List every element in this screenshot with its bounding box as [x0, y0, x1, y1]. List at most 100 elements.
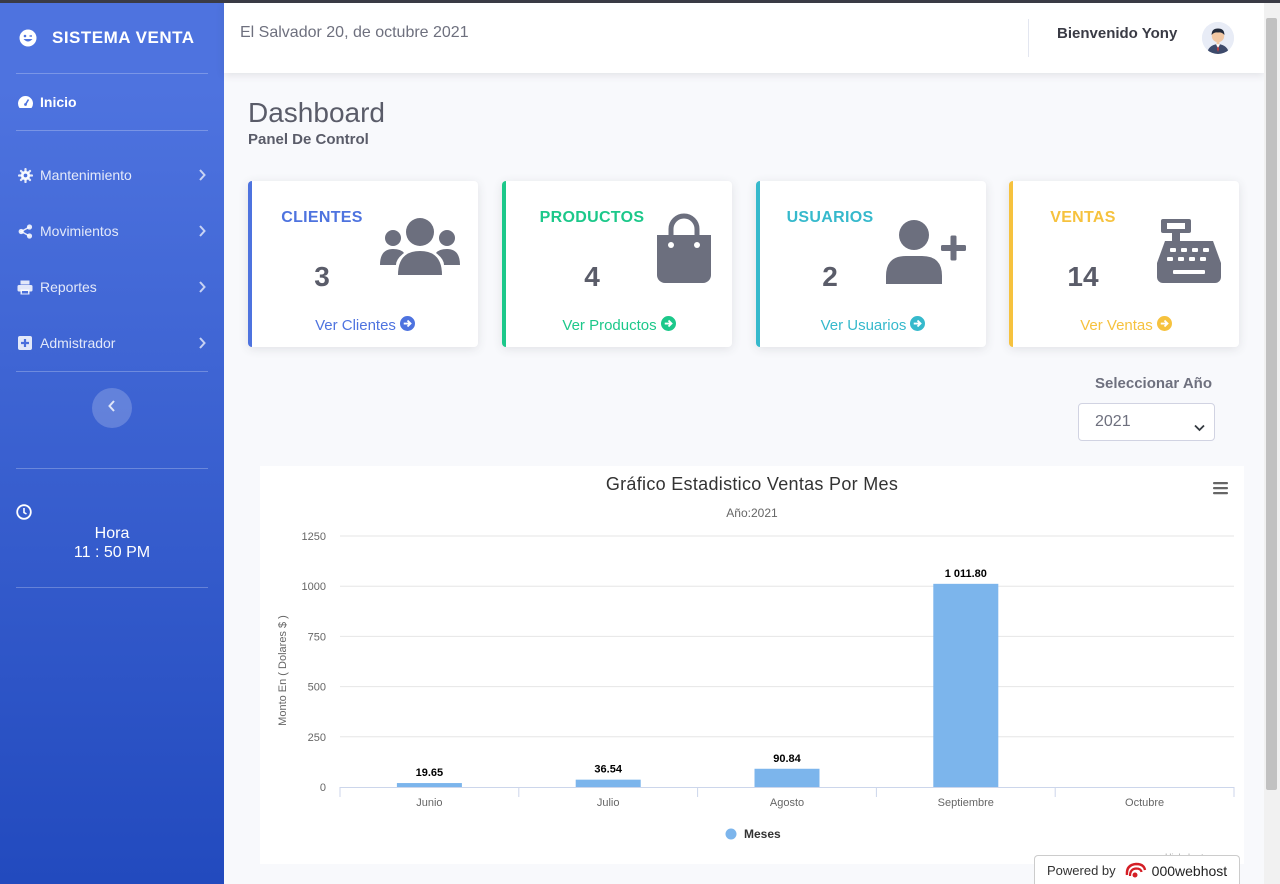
clock-icon — [16, 504, 32, 525]
window-top-border — [0, 0, 1280, 3]
chevron-down-icon — [1194, 419, 1205, 437]
card-value: 3 — [314, 261, 330, 292]
card-clientes: CLIENTES 3 Ver Clientes — [248, 181, 478, 347]
year-select[interactable]: 2021 — [1078, 403, 1215, 441]
card-title: PRODUCTOS — [539, 209, 645, 226]
card-usuarios: USUARIOS 2 Ver Usuarios — [756, 181, 986, 347]
sidebar-item-reportes[interactable]: Reportes — [0, 269, 224, 305]
sidebar-item-inicio[interactable]: Inicio — [0, 84, 224, 120]
y-tick-label: 500 — [308, 682, 326, 694]
data-label: 90.84 — [773, 753, 801, 765]
sidebar-divider — [16, 73, 208, 74]
legend-label: Meses — [744, 827, 781, 841]
webhost-logo-icon — [1124, 861, 1148, 881]
y-tick-label: 1250 — [302, 531, 326, 543]
sidebar-divider — [16, 371, 208, 372]
page-subtitle: Panel De Control — [248, 131, 369, 148]
card-productos: PRODUCTOS 4 Ver Productos — [502, 181, 732, 347]
print-icon — [16, 279, 34, 295]
avatar[interactable] — [1202, 22, 1234, 54]
page-title: Dashboard — [248, 97, 385, 128]
card-title: CLIENTES — [281, 209, 363, 226]
sidebar-divider — [16, 130, 208, 131]
sidebar-item-movimientos[interactable]: Movimientos — [0, 213, 224, 249]
data-label: 19.65 — [416, 767, 444, 779]
sidebar-item-label: Mantenimiento — [40, 167, 132, 183]
sales-chart: 0 250 500 750 1000 1250 Monto En ( Dolares $ )… — [260, 466, 1244, 864]
user-plus-icon — [884, 218, 968, 291]
card-link-label: Ver Ventas — [1080, 317, 1153, 334]
sidebar: SISTEMA VENTA Inicio Mantenimiento Movim… — [0, 0, 224, 884]
arrow-circle-right-icon — [660, 316, 676, 335]
sidebar-item-admistrador[interactable]: Admistrador — [0, 325, 224, 361]
gear-icon — [16, 167, 34, 183]
ver-ventas-link[interactable]: Ver Ventas — [1013, 316, 1239, 335]
sidebar-divider — [16, 587, 208, 588]
arrow-circle-right-icon — [910, 316, 926, 335]
bar — [396, 783, 462, 787]
sidebar-divider — [16, 468, 208, 469]
chart-title: Gráfico Estadistico Ventas Por Mes — [605, 474, 899, 494]
sidebar-item-label: Inicio — [40, 94, 77, 110]
clock-time: 11 : 50 PM — [73, 544, 151, 561]
cash-register-icon — [1155, 217, 1223, 290]
sidebar-item-mantenimiento[interactable]: Mantenimiento — [0, 157, 224, 193]
sidebar-item-label: Reportes — [40, 279, 97, 295]
powered-by-brand: 000webhost — [1151, 862, 1228, 879]
ver-usuarios-link[interactable]: Ver Usuarios — [760, 316, 986, 335]
plus-square-icon — [16, 335, 34, 351]
x-tick-label: Junio — [416, 797, 442, 809]
card-value: 4 — [584, 261, 600, 292]
card-value: 14 — [1067, 261, 1099, 292]
topbar-divider — [1028, 19, 1029, 57]
chart-menu-button[interactable] — [1212, 480, 1230, 501]
brand-name: SISTEMA VENTA — [52, 28, 195, 47]
current-date: El Salvador 20, de octubre 2021 — [240, 24, 469, 41]
sidebar-item-label: Movimientos — [40, 223, 119, 239]
x-tick-label: Octubre — [1125, 797, 1164, 809]
y-tick-label: 750 — [308, 631, 326, 643]
users-icon — [379, 215, 461, 280]
bar — [933, 583, 999, 787]
chevron-right-icon — [198, 224, 206, 240]
data-label: 1 011.80 — [945, 568, 987, 580]
card-link-label: Ver Clientes — [315, 317, 396, 334]
card-link-label: Ver Productos — [562, 317, 657, 334]
card-link-label: Ver Usuarios — [820, 317, 907, 334]
x-tick-label: Septiembre — [938, 797, 994, 809]
arrow-circle-right-icon — [399, 316, 415, 335]
card-title: USUARIOS — [786, 209, 874, 226]
powered-by-label: Powered by — [1047, 863, 1116, 878]
laugh-wink-icon — [18, 28, 38, 48]
tachometer-icon — [16, 94, 34, 110]
welcome-user-link[interactable]: Bienvenido Yony — [1057, 25, 1177, 42]
year-select-label: Seleccionar Año — [1095, 375, 1212, 392]
x-tick-label: Julio — [597, 797, 620, 809]
brand-link[interactable]: SISTEMA VENTA — [0, 18, 224, 58]
data-label: 36.54 — [594, 764, 622, 776]
chart-canvas: 0 250 500 750 1000 1250 Monto En ( Dolares $ )… — [277, 531, 1235, 841]
share-alt-icon — [16, 223, 34, 239]
y-tick-label: 250 — [308, 732, 326, 744]
chart-subtitle: Año:2021 — [726, 506, 778, 520]
arrow-circle-right-icon — [1156, 316, 1172, 335]
bar — [575, 779, 641, 787]
chevron-right-icon — [198, 168, 206, 184]
legend-marker — [725, 828, 737, 840]
scrollbar-thumb[interactable] — [1266, 18, 1277, 790]
y-axis-title: Monto En ( Dolares $ ) — [277, 615, 289, 726]
x-tick-label: Agosto — [770, 797, 804, 809]
shopping-bag-icon — [654, 213, 714, 290]
sidebar-toggle-button[interactable] — [92, 388, 132, 428]
card-value: 2 — [822, 261, 838, 292]
powered-by-badge[interactable]: Powered by 000webhost — [1034, 855, 1240, 884]
ver-productos-link[interactable]: Ver Productos — [506, 316, 732, 335]
year-select-value: 2021 — [1095, 413, 1131, 430]
y-tick-label: 1000 — [302, 581, 326, 593]
ver-clientes-link[interactable]: Ver Clientes — [252, 316, 478, 335]
clock-label: Hora — [94, 525, 130, 542]
card-title: VENTAS — [1050, 209, 1116, 226]
bar — [754, 768, 820, 787]
chevron-right-icon — [198, 280, 206, 296]
chevron-left-icon — [108, 399, 116, 417]
